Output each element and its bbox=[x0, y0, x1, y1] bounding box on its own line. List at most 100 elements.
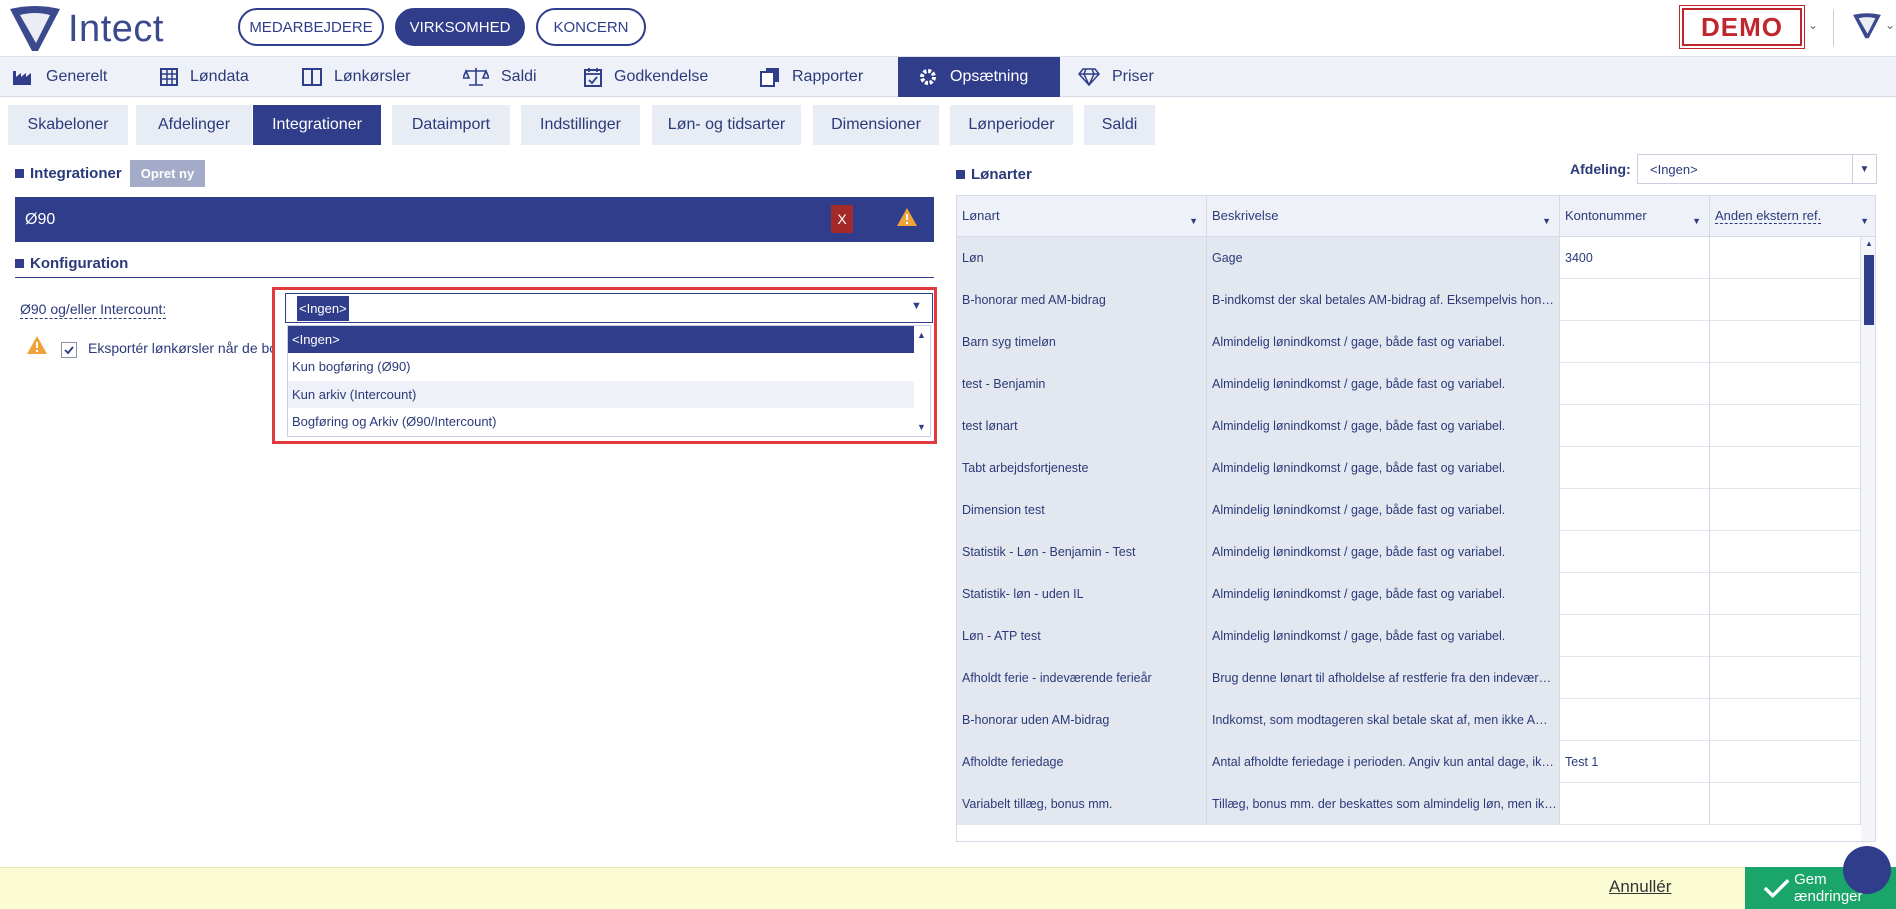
table-row[interactable]: Løn Gage 3400 bbox=[957, 237, 1861, 279]
table-row[interactable]: Afholdt ferie - indeværende ferieår Brug … bbox=[957, 657, 1861, 699]
tab-indstillinger[interactable]: Indstillinger bbox=[521, 105, 640, 145]
user-chevron-down-icon[interactable]: ⌄ bbox=[1885, 18, 1895, 32]
o90-intercount-select[interactable] bbox=[285, 293, 933, 323]
dropdown-option-kun-arkiv[interactable]: Kun arkiv (Intercount) bbox=[288, 381, 914, 408]
col-header-anden-ekstern-ref[interactable]: Anden ekstern ref. ▼ bbox=[1710, 196, 1875, 237]
company-chevron-down-icon[interactable]: ⌄ bbox=[1808, 18, 1818, 32]
scroll-down-icon[interactable]: ▼ bbox=[917, 422, 926, 432]
cell-anden-ekstern-ref[interactable] bbox=[1710, 699, 1861, 741]
pill-virksomhed[interactable]: VIRKSOMHED bbox=[395, 8, 525, 46]
cell-kontonummer[interactable] bbox=[1560, 321, 1710, 363]
o90-intercount-select-value: <Ingen> bbox=[297, 296, 349, 321]
cell-kontonummer[interactable] bbox=[1560, 363, 1710, 405]
table-row[interactable]: Statistik - Løn - Benjamin - Test Alminde… bbox=[957, 531, 1861, 573]
cell-anden-ekstern-ref[interactable] bbox=[1710, 531, 1861, 573]
col-header-lonart[interactable]: Lønart ▼ bbox=[957, 196, 1207, 237]
user-avatar-icon[interactable] bbox=[1852, 10, 1882, 42]
table-row[interactable]: B-honorar uden AM-bidrag Indkomst, som mo… bbox=[957, 699, 1861, 741]
filter-icon[interactable]: ▼ bbox=[1542, 216, 1551, 226]
table-row[interactable]: Tabt arbejdsfortjeneste Almindelig lønind… bbox=[957, 447, 1861, 489]
cell-anden-ekstern-ref[interactable] bbox=[1710, 237, 1861, 279]
cell-anden-ekstern-ref[interactable] bbox=[1710, 321, 1861, 363]
table-row[interactable]: Løn - ATP test Almindelig lønindkomst / g… bbox=[957, 615, 1861, 657]
cell-kontonummer[interactable] bbox=[1560, 699, 1710, 741]
table-row[interactable]: Afholdte feriedage Antal afholdte ferieda… bbox=[957, 741, 1861, 783]
cell-kontonummer[interactable]: Test 1 bbox=[1560, 741, 1710, 783]
table-row[interactable]: B-honorar med AM-bidrag B-indkomst der sk… bbox=[957, 279, 1861, 321]
select-arrow-down-icon[interactable]: ▼ bbox=[911, 300, 922, 312]
cell-anden-ekstern-ref[interactable] bbox=[1710, 489, 1861, 531]
cell-kontonummer[interactable] bbox=[1560, 279, 1710, 321]
cell-kontonummer[interactable] bbox=[1560, 447, 1710, 489]
dropdown-option-bogforing-og-arkiv[interactable]: Bogføring og Arkiv (Ø90/Intercount) bbox=[288, 408, 914, 435]
grid-scroll-thumb[interactable] bbox=[1864, 255, 1874, 325]
tab-lon-og-tidsarter[interactable]: Løn- og tidsarter bbox=[652, 105, 801, 145]
nav-saldi[interactable]: Saldi bbox=[463, 57, 537, 97]
cell-anden-ekstern-ref[interactable] bbox=[1710, 573, 1861, 615]
dropdown-option-ingen[interactable]: <Ingen> bbox=[288, 326, 914, 353]
table-row[interactable]: test - Benjamin Almindelig lønindkomst / … bbox=[957, 363, 1861, 405]
cell-kontonummer[interactable] bbox=[1560, 531, 1710, 573]
table-row[interactable]: Statistik- løn - uden IL Almindelig lønin… bbox=[957, 573, 1861, 615]
nav-generelt[interactable]: Generelt bbox=[12, 57, 107, 97]
pill-koncern[interactable]: KONCERN bbox=[536, 8, 646, 46]
scroll-up-icon[interactable]: ▲ bbox=[917, 330, 926, 340]
cancel-link[interactable]: Annullér bbox=[1609, 877, 1671, 897]
dropdown-scrollbar[interactable]: ▲ ▼ bbox=[914, 326, 930, 436]
filter-icon[interactable]: ▼ bbox=[1860, 216, 1869, 226]
book-icon bbox=[302, 68, 322, 86]
dropdown-option-kun-bogforing[interactable]: Kun bogføring (Ø90) bbox=[288, 353, 914, 380]
cell-anden-ekstern-ref[interactable] bbox=[1710, 279, 1861, 321]
cell-anden-ekstern-ref[interactable] bbox=[1710, 741, 1861, 783]
cell-anden-ekstern-ref[interactable] bbox=[1710, 657, 1861, 699]
nav-opsaetning[interactable]: Opsætning bbox=[898, 57, 1060, 97]
table-row[interactable]: test lønart Almindelig lønindkomst / gage… bbox=[957, 405, 1861, 447]
nav-rapporter[interactable]: Rapporter bbox=[760, 57, 863, 97]
afdeling-select[interactable]: <Ingen> ▼ bbox=[1637, 154, 1877, 184]
cell-kontonummer[interactable] bbox=[1560, 573, 1710, 615]
cell-kontonummer[interactable]: 3400 bbox=[1560, 237, 1710, 279]
afdeling-arrow-down-icon[interactable]: ▼ bbox=[1852, 155, 1876, 183]
grid-scrollbar[interactable]: ▲ bbox=[1861, 237, 1875, 841]
table-row[interactable]: Dimension test Almindelig lønindkomst / g… bbox=[957, 489, 1861, 531]
filter-icon[interactable]: ▼ bbox=[1189, 216, 1198, 226]
copy-icon bbox=[760, 68, 779, 87]
pill-medarbejdere[interactable]: MEDARBEJDERE bbox=[238, 8, 384, 46]
tab-dataimport[interactable]: Dataimport bbox=[392, 105, 510, 145]
cell-kontonummer[interactable] bbox=[1560, 489, 1710, 531]
cell-kontonummer[interactable] bbox=[1560, 405, 1710, 447]
export-checkbox[interactable] bbox=[61, 342, 77, 358]
tab-skabeloner[interactable]: Skabeloner bbox=[8, 105, 128, 145]
cell-anden-ekstern-ref[interactable] bbox=[1710, 405, 1861, 447]
table-row[interactable]: Variabelt tillæg, bonus mm. Tillæg, bonus… bbox=[957, 783, 1861, 825]
tab-saldi[interactable]: Saldi bbox=[1084, 105, 1155, 145]
cell-kontonummer[interactable] bbox=[1560, 657, 1710, 699]
tab-dimensioner[interactable]: Dimensioner bbox=[813, 105, 939, 145]
tab-lonperioder[interactable]: Lønperioder bbox=[950, 105, 1073, 145]
scroll-up-icon[interactable]: ▲ bbox=[1865, 239, 1873, 248]
table-row[interactable]: Barn syg timeløn Almindelig lønindkomst /… bbox=[957, 321, 1861, 363]
tab-afdelinger[interactable]: Afdelinger bbox=[136, 105, 252, 145]
col-header-lonart-label: Lønart bbox=[962, 208, 1000, 223]
help-chat-button[interactable] bbox=[1843, 846, 1891, 894]
col-header-beskrivelse[interactable]: Beskrivelse ▼ bbox=[1207, 196, 1560, 237]
cell-kontonummer[interactable] bbox=[1560, 615, 1710, 657]
nav-londata[interactable]: Løndata bbox=[160, 57, 249, 97]
demo-badge[interactable]: DEMO bbox=[1679, 5, 1805, 49]
delete-integration-button[interactable]: X bbox=[831, 205, 853, 233]
opret-ny-button[interactable]: Opret ny bbox=[130, 160, 205, 187]
nav-priser[interactable]: Priser bbox=[1078, 57, 1154, 97]
col-header-kontonummer[interactable]: Kontonummer ▼ bbox=[1560, 196, 1710, 237]
lonarter-title: Lønarter bbox=[956, 166, 1032, 183]
intect-logo[interactable]: Intect bbox=[8, 4, 164, 54]
tab-integrationer[interactable]: Integrationer bbox=[253, 105, 381, 145]
nav-lonkorsler[interactable]: Lønkørsler bbox=[302, 57, 410, 97]
filter-icon[interactable]: ▼ bbox=[1692, 216, 1701, 226]
cell-anden-ekstern-ref[interactable] bbox=[1710, 783, 1861, 825]
integration-row-o90[interactable]: Ø90 bbox=[15, 197, 934, 242]
cell-anden-ekstern-ref[interactable] bbox=[1710, 615, 1861, 657]
nav-godkendelse[interactable]: Godkendelse bbox=[584, 57, 708, 97]
cell-kontonummer[interactable] bbox=[1560, 783, 1710, 825]
cell-anden-ekstern-ref[interactable] bbox=[1710, 447, 1861, 489]
cell-anden-ekstern-ref[interactable] bbox=[1710, 363, 1861, 405]
